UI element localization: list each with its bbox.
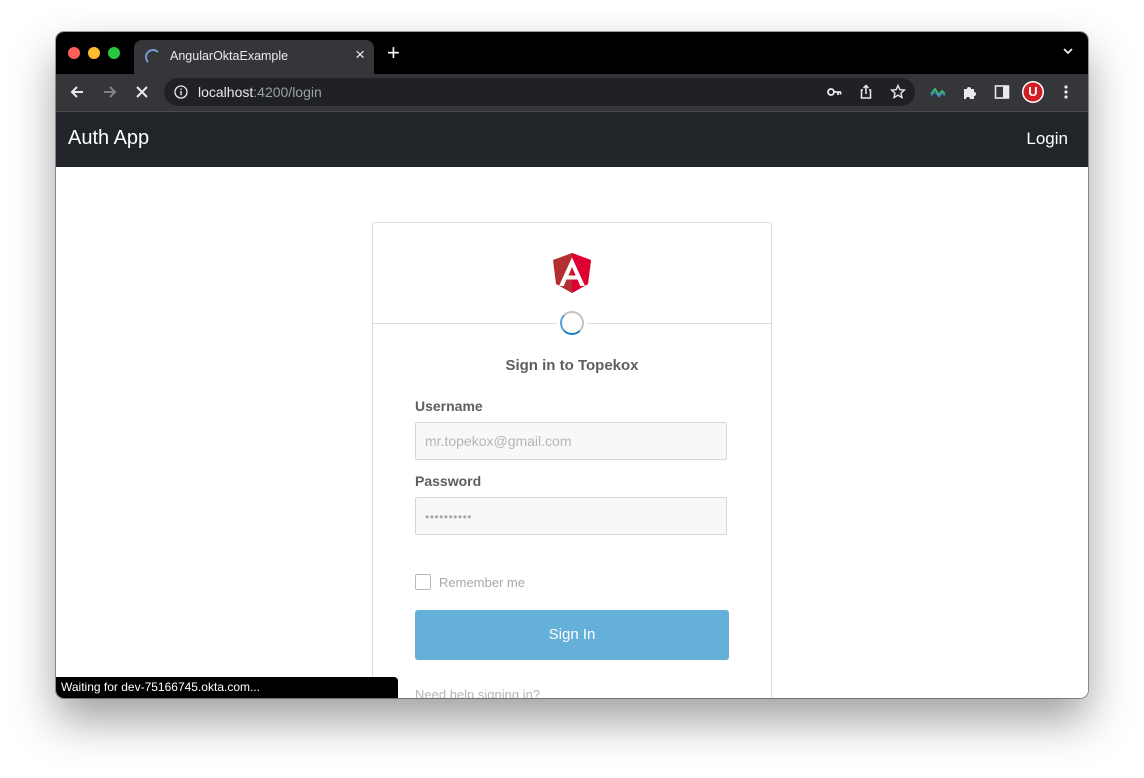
browser-tab[interactable]: AngularOktaExample × <box>134 40 374 74</box>
address-bar[interactable]: localhost:4200/login <box>164 78 915 106</box>
loading-spinner-icon <box>145 49 161 65</box>
tab-strip: AngularOktaExample × + <box>56 32 1088 74</box>
key-icon[interactable] <box>826 84 842 100</box>
loading-beacon <box>557 308 587 338</box>
need-help-link[interactable]: Need help signing in? <box>415 687 540 698</box>
password-label: Password <box>415 473 482 489</box>
profile-avatar[interactable]: U <box>1022 81 1044 103</box>
sign-in-button[interactable]: Sign In <box>415 610 729 660</box>
widget-title: Sign in to Topekox <box>505 357 639 374</box>
url-path: :4200/login <box>253 84 322 100</box>
tab-close-button[interactable]: × <box>355 46 365 64</box>
username-field[interactable] <box>415 422 727 460</box>
loading-spinner-icon <box>560 311 584 335</box>
share-icon[interactable] <box>858 84 874 100</box>
url-host: localhost <box>198 84 254 100</box>
arrow-left-icon[interactable] <box>68 83 86 101</box>
wave-icon[interactable] <box>929 83 947 101</box>
side-panel-icon[interactable] <box>993 83 1011 101</box>
app-navbar: Auth App Login <box>56 112 1088 167</box>
angular-logo <box>553 253 591 293</box>
page-content: Sign in to Topekox Username Password •••… <box>56 167 1088 698</box>
navbar-login-link[interactable]: Login <box>1026 129 1068 149</box>
puzzle-icon[interactable] <box>961 83 979 101</box>
username-label: Username <box>415 398 483 414</box>
info-icon[interactable] <box>174 85 188 99</box>
tab-title: AngularOktaExample <box>170 49 289 63</box>
star-icon[interactable] <box>890 84 906 100</box>
browser-toolbar: localhost:4200/login U <box>56 74 1088 112</box>
remember-me-label[interactable]: Remember me <box>439 575 525 590</box>
navbar-brand[interactable]: Auth App <box>68 127 149 150</box>
close-icon[interactable] <box>133 83 151 101</box>
close-window-button[interactable] <box>68 47 80 59</box>
maximize-window-button[interactable] <box>108 47 120 59</box>
remember-me-checkbox[interactable] <box>415 574 431 590</box>
password-masked-value: •••••••••• <box>425 510 473 524</box>
status-bubble: Waiting for dev-75166745.okta.com... <box>56 677 398 698</box>
browser-window: AngularOktaExample × + localhost:4200/lo… <box>56 32 1088 698</box>
arrow-right-icon[interactable] <box>101 83 119 101</box>
url-text[interactable]: localhost:4200/login <box>198 84 322 100</box>
new-tab-button[interactable]: + <box>387 42 400 64</box>
kebab-menu-icon[interactable] <box>1057 83 1075 101</box>
chevron-down-icon[interactable] <box>1062 45 1074 57</box>
minimize-window-button[interactable] <box>88 47 100 59</box>
okta-signin-widget: Sign in to Topekox Username Password •••… <box>372 222 772 698</box>
widget-header <box>373 223 771 338</box>
